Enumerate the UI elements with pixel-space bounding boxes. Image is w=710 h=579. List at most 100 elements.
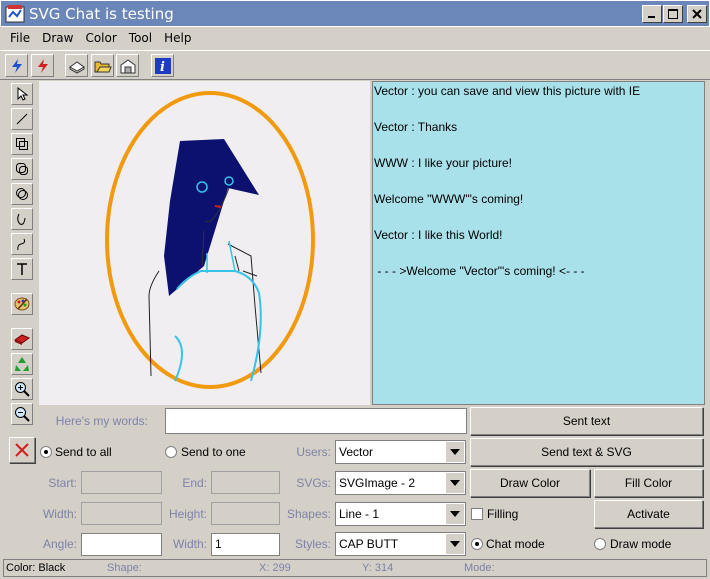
palette-tool[interactable] — [11, 293, 33, 315]
zoom-out-icon — [15, 407, 30, 422]
angle-input[interactable] — [81, 533, 162, 556]
styles-select[interactable]: CAP BUTT — [335, 532, 466, 556]
maximize-icon — [668, 9, 678, 19]
chevron-down-icon — [446, 473, 464, 493]
draw-mode-radio[interactable] — [594, 538, 606, 550]
draw-mode-label: Draw mode — [610, 537, 672, 551]
height-field[interactable] — [211, 502, 280, 525]
chat-mode-radio[interactable] — [471, 538, 483, 550]
round-rect-tool[interactable] — [11, 158, 33, 180]
draw-color-button[interactable]: Draw Color — [470, 469, 590, 497]
chat-message: - - - >Welcome "Vector"'s coming! <- - - — [374, 264, 585, 278]
start-field[interactable] — [81, 471, 162, 494]
shapes-label: Shapes: — [286, 507, 331, 521]
palette-icon — [14, 297, 30, 311]
maximize-button[interactable] — [663, 5, 683, 23]
sent-text-button[interactable]: Sent text — [470, 407, 703, 435]
menu-file[interactable]: File — [4, 31, 36, 45]
menu-draw[interactable]: Draw — [36, 31, 79, 45]
close-icon — [692, 9, 702, 19]
chat-mode-label: Chat mode — [486, 537, 545, 551]
end-field[interactable] — [211, 471, 280, 494]
hair-shape — [164, 139, 259, 296]
width-field[interactable] — [81, 502, 162, 525]
eraser-tool[interactable] — [11, 328, 33, 350]
menu-tool[interactable]: Tool — [123, 31, 158, 45]
open-button[interactable] — [91, 54, 114, 77]
body-outline-left — [148, 270, 160, 377]
users-select-value: Vector — [339, 445, 374, 459]
curve-tool[interactable] — [11, 208, 33, 230]
fill-color-button[interactable]: Fill Color — [594, 469, 703, 497]
info-icon: i — [154, 57, 171, 74]
chat-message: Vector : I like this World! — [374, 228, 503, 242]
menu-bar: File Draw Color Tool Help — [0, 27, 710, 49]
line-width-input[interactable]: 1 — [211, 533, 280, 556]
status-x: X: 299 — [259, 562, 291, 574]
canvas-drawing — [105, 91, 315, 389]
rectangle-tool-icon — [16, 138, 28, 150]
minimize-button[interactable] — [642, 5, 662, 23]
menu-help[interactable]: Help — [158, 31, 197, 45]
status-shape: Shape: — [107, 562, 142, 574]
angle-label: Angle: — [42, 537, 77, 551]
send-to-all-radio[interactable] — [40, 446, 52, 458]
clear-x-icon — [15, 443, 29, 457]
start-label: Start: — [48, 476, 77, 490]
chat-log[interactable]: Vector : you can save and view this pict… — [372, 81, 705, 405]
height-label: Height: — [168, 507, 207, 521]
new-button[interactable] — [65, 54, 88, 77]
rectangle-tool[interactable] — [11, 133, 33, 155]
info-button[interactable]: i — [151, 54, 174, 77]
zoom-in-tool[interactable] — [11, 378, 33, 400]
disconnect-icon — [37, 58, 48, 73]
round-rect-tool-icon — [16, 163, 28, 175]
save-icon — [120, 58, 135, 73]
words-input[interactable] — [165, 408, 467, 434]
recycle-icon — [15, 357, 29, 371]
save-button[interactable] — [116, 54, 139, 77]
clear-button[interactable] — [9, 437, 35, 463]
connect-icon — [11, 58, 22, 73]
status-color: Color: Black — [6, 562, 66, 574]
ellipse-tool[interactable] — [11, 183, 33, 205]
status-mode: Mode: — [464, 562, 495, 574]
filling-checkbox[interactable] — [471, 508, 483, 520]
end-label: End: — [182, 476, 207, 490]
send-to-one-radio[interactable] — [165, 446, 177, 458]
connect-button[interactable] — [5, 54, 28, 77]
toolbar: i — [0, 50, 710, 80]
select-tool[interactable] — [11, 83, 33, 105]
disconnect-button[interactable] — [31, 54, 54, 77]
svgs-select[interactable]: SVGImage - 2 — [335, 471, 466, 495]
window-title: SVG Chat is testing — [29, 4, 174, 23]
shapes-select-value: Line - 1 — [339, 507, 380, 521]
filling-label: Filling — [487, 507, 519, 521]
minimize-icon — [648, 16, 655, 18]
shapes-select[interactable]: Line - 1 — [335, 502, 466, 526]
send-text-svg-button[interactable]: Send text & SVG — [470, 438, 703, 466]
zoom-in-icon — [15, 382, 30, 397]
chat-message: Vector : you can save and view this pict… — [374, 84, 641, 98]
users-select[interactable]: Vector — [335, 440, 466, 464]
zoom-out-tool[interactable] — [11, 403, 33, 425]
chevron-down-icon — [446, 504, 464, 524]
chat-message: WWW : I like your picture! — [374, 156, 513, 170]
line-tool[interactable] — [11, 108, 33, 130]
close-button[interactable] — [687, 5, 707, 23]
users-label: Users: — [296, 445, 331, 459]
send-to-one-label: Send to one — [181, 445, 246, 459]
chevron-down-icon — [446, 442, 464, 462]
styles-label: Styles: — [294, 537, 331, 551]
drawing-canvas[interactable] — [39, 81, 370, 405]
menu-color[interactable]: Color — [79, 31, 122, 45]
activate-button[interactable]: Activate — [594, 500, 703, 528]
chat-message: Welcome "WWW"'s coming! — [374, 192, 524, 206]
chevron-down-icon — [446, 534, 464, 554]
recycle-tool[interactable] — [11, 353, 33, 375]
freehand-tool-icon — [17, 238, 26, 251]
text-tool[interactable] — [11, 258, 33, 280]
dress-outline — [176, 270, 262, 382]
freehand-tool[interactable] — [11, 233, 33, 255]
svgs-label: SVGs: — [296, 476, 331, 490]
